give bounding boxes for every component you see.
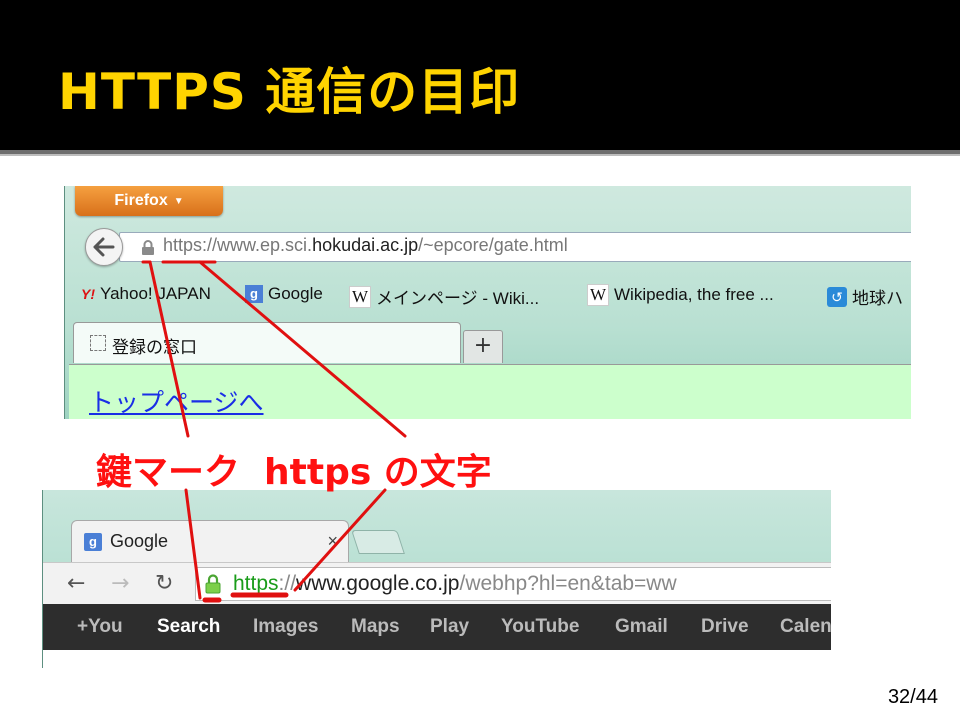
tab-title: Google	[110, 531, 169, 551]
google-icon: g	[245, 285, 263, 303]
lock-icon	[205, 574, 221, 594]
firefox-page-content: トップページへ	[69, 364, 911, 419]
back-arrow-icon	[93, 237, 115, 257]
google-bar-item-search[interactable]: Search	[157, 616, 220, 638]
page-number: 32/44	[887, 686, 938, 708]
google-icon: g	[84, 533, 102, 551]
reload-icon[interactable]: ↻	[155, 571, 173, 596]
firefox-menu-button[interactable]: Firefox ▼	[75, 186, 223, 216]
bookmark-google[interactable]: g Google	[245, 284, 323, 304]
lock-icon	[142, 240, 154, 255]
new-tab-button[interactable]	[351, 530, 405, 554]
google-bar-item-play[interactable]: Play	[430, 616, 469, 638]
google-bar-item-drive[interactable]: Drive	[701, 616, 749, 638]
dropdown-caret-icon: ▼	[173, 195, 184, 207]
chrome-screenshot: g Google × ← → ↻ https://www.google.co.j…	[42, 490, 831, 668]
url-path: /~epcore/gate.html	[418, 235, 568, 255]
google-bar: +You Search Images Maps Play YouTube Gma…	[43, 604, 831, 650]
bookmark-label: Google	[268, 284, 323, 303]
google-bar-item-calendar[interactable]: Calen	[780, 616, 831, 638]
new-tab-button[interactable]: +	[463, 330, 503, 363]
yahoo-icon: Y!	[81, 286, 95, 302]
url-scheme: https	[233, 572, 279, 595]
top-page-link[interactable]: トップページへ	[89, 383, 264, 419]
bookmark-earth[interactable]: ↺ 地球ハ	[827, 284, 903, 309]
slide-title: HTTPS 通信の目印	[58, 63, 521, 121]
bookmarks-toolbar: Y! Yahoo! JAPAN g Google W メインページ - Wiki…	[65, 280, 911, 310]
title-divider-shadow	[0, 154, 960, 156]
tab-google[interactable]: g Google ×	[71, 520, 349, 563]
forward-arrow-icon[interactable]: →	[111, 571, 129, 596]
url-path: /webhp?hl=en&tab=ww	[459, 572, 677, 595]
url-domain: www.google.co.jp	[296, 572, 460, 595]
lock-mark-label: 鍵マーク	[96, 452, 241, 493]
wikipedia-icon: W	[349, 285, 371, 308]
url-domain: hokudai.ac.jp	[312, 235, 419, 255]
bookmark-wikipedia-ja[interactable]: W メインページ - Wiki...	[349, 284, 539, 309]
google-bar-item-you[interactable]: +You	[77, 616, 123, 638]
google-bar-item-maps[interactable]: Maps	[351, 616, 400, 638]
tab-title: 登録の窓口	[112, 338, 197, 358]
annotation-labels: 鍵マーク https の文字	[96, 443, 492, 495]
bookmark-yahoo[interactable]: Y! Yahoo! JAPAN	[81, 284, 211, 304]
chrome-page-content	[43, 650, 831, 668]
firefox-menu-label: Firefox	[114, 192, 168, 209]
google-bar-item-youtube[interactable]: YouTube	[501, 616, 579, 638]
title-bar: HTTPS 通信の目印	[0, 0, 960, 150]
https-text-label: https の文字	[264, 452, 492, 493]
blank-page-icon	[90, 335, 106, 351]
firefox-navigation-bar: https://www.ep.sci.hokudai.ac.jp/~epcore…	[69, 224, 911, 270]
url-prefix: https://www.ep.sci.	[163, 235, 313, 255]
url-separator: ://	[278, 572, 297, 595]
firefox-url-text: https://www.ep.sci.hokudai.ac.jp/~epcore…	[163, 235, 568, 256]
google-bar-item-images[interactable]: Images	[253, 616, 318, 638]
chrome-toolbar: ← → ↻ https://www.google.co.jp/webhp?hl=…	[43, 562, 831, 605]
close-icon[interactable]: ×	[327, 531, 338, 552]
wikipedia-icon: W	[587, 284, 609, 306]
bookmark-label: Yahoo! JAPAN	[100, 284, 211, 303]
bookmark-wikipedia-en[interactable]: W Wikipedia, the free ...	[587, 284, 774, 306]
back-arrow-icon[interactable]: ←	[67, 571, 85, 596]
bookmark-label: 地球ハ	[852, 289, 903, 308]
firefox-tab-strip: 登録の窓口 +	[65, 320, 911, 364]
google-bar-item-gmail[interactable]: Gmail	[615, 616, 668, 638]
earth-icon: ↺	[827, 286, 847, 307]
bookmark-label: メインページ - Wiki...	[376, 289, 540, 308]
bookmark-label: Wikipedia, the free ...	[614, 285, 774, 304]
back-button[interactable]	[85, 228, 123, 266]
chrome-url-text: https://www.google.co.jp/webhp?hl=en&tab…	[233, 572, 677, 596]
tab-registration[interactable]: 登録の窓口	[73, 322, 461, 363]
firefox-screenshot: Firefox ▼ https://www.ep.sci.hokudai.ac.…	[64, 186, 911, 419]
